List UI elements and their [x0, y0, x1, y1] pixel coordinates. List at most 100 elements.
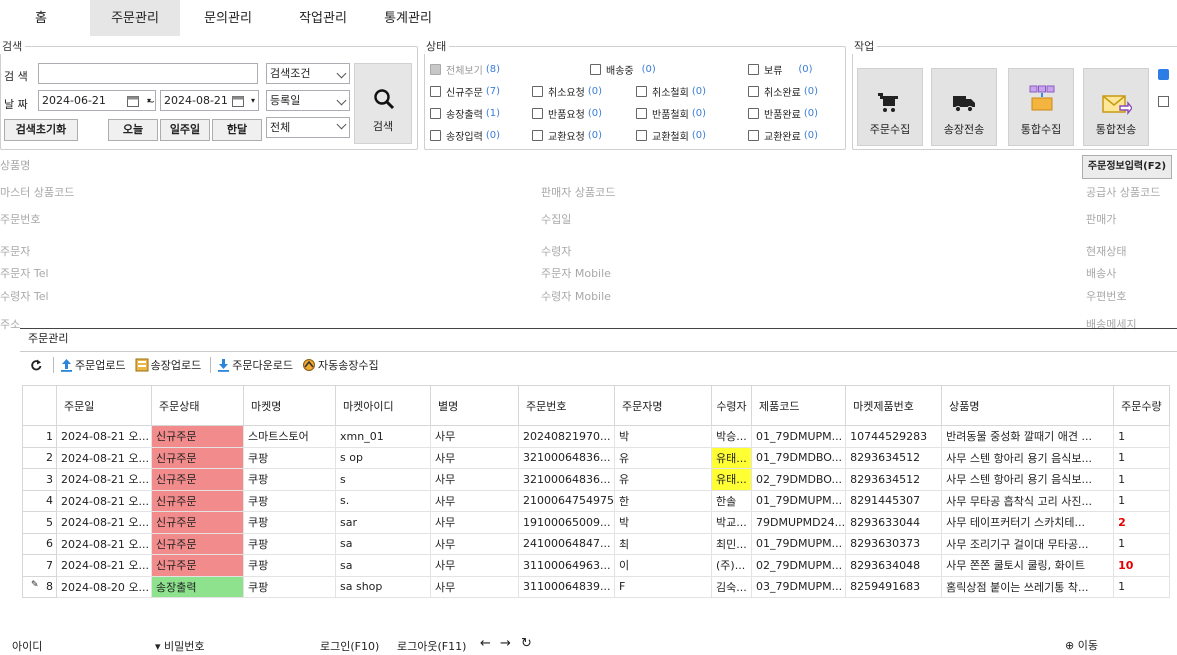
cell-order-date[interactable]: 2024-08-21 오... [56, 446, 152, 469]
cell-recipient[interactable]: 최민... [711, 532, 752, 555]
cell-product-name[interactable]: 반려동물 중성화 깔때기 애견 ... [941, 425, 1115, 448]
date-from-input[interactable]: 2024-06-21 ▾ [38, 90, 156, 111]
cell-recipient[interactable]: (주)... [711, 554, 752, 577]
cell-market-id[interactable]: s op [335, 446, 431, 469]
login-id-dropdown[interactable]: ▾ 비밀번호 [155, 638, 205, 654]
cell-quantity[interactable]: 1 [1113, 489, 1171, 512]
cell-order-status[interactable]: 신규주문 [151, 468, 244, 491]
cell-quantity[interactable]: 1 [1113, 575, 1171, 598]
row-number[interactable]: ✎ 8 [22, 575, 57, 598]
cell-order-number[interactable]: 24100064847... [518, 532, 615, 555]
column-header-order-number[interactable]: 주문번호 [518, 385, 615, 426]
column-header-market-id[interactable]: 마켓아이디 [335, 385, 431, 426]
cell-product-name[interactable]: 사무 쫀쫀 쿨토시 쿨링, 화이트 [941, 554, 1115, 577]
cell-quantity[interactable]: 1 [1113, 425, 1171, 448]
column-header-market[interactable]: 마켓명 [243, 385, 336, 426]
table-row[interactable]: 4 2024-08-21 오... 신규주문 쿠팡 s. 사무 2100064754975 한… [22, 489, 1171, 512]
cell-order-number[interactable]: 31100064963... [518, 554, 615, 577]
cell-alias[interactable]: 사무 [430, 554, 519, 577]
checkbox[interactable] [636, 108, 647, 119]
cell-order-status[interactable]: 신규주문 [151, 425, 244, 448]
checkbox[interactable] [748, 64, 759, 75]
checkbox[interactable] [430, 64, 441, 75]
cell-product-name[interactable]: 사무 무타공 흡착식 고리 사진... [941, 489, 1115, 512]
checkbox[interactable] [590, 64, 601, 75]
date-to-input[interactable]: 2024-08-21 ▾ [160, 90, 259, 111]
cell-product-name[interactable]: 사무 스텐 항아리 용기 음식보... [941, 446, 1115, 469]
cell-orderer[interactable]: 유 [614, 446, 712, 469]
cell-market[interactable]: 쿠팡 [243, 575, 336, 598]
cell-product-name[interactable]: 사무 조리기구 걸이대 무타공... [941, 532, 1115, 555]
cell-market[interactable]: 쿠팡 [243, 532, 336, 555]
reset-search-button[interactable]: 검색초기화 [4, 119, 78, 141]
status-filter-return-complete[interactable]: 반품완료 (0) [748, 106, 818, 121]
checkbox[interactable] [430, 108, 441, 119]
cell-market-id[interactable]: xmn_01 [335, 425, 431, 448]
cell-alias[interactable]: 사무 [430, 489, 519, 512]
menu-stats[interactable]: 통계관리 [368, 0, 448, 36]
row-number[interactable]: 2 [22, 446, 57, 469]
column-header-product-code[interactable]: 제품코드 [750, 385, 847, 426]
cell-product-code[interactable]: 01_79DMUPM... [750, 425, 847, 448]
cell-orderer[interactable]: 박 [614, 425, 712, 448]
calendar-icon[interactable] [232, 95, 244, 107]
collect-orders-button[interactable]: 주문수집 [857, 68, 923, 146]
integrated-send-button[interactable]: 통합전송 [1083, 68, 1149, 146]
scope-select[interactable]: 전체 [266, 117, 350, 138]
cell-order-number[interactable]: 31100064839... [518, 575, 615, 598]
cell-quantity[interactable]: 2 [1113, 511, 1171, 534]
cell-order-date[interactable]: 2024-08-20 오... [56, 575, 152, 598]
cell-alias[interactable]: 사무 [430, 532, 519, 555]
cell-product-code[interactable]: 01_79DMUPM... [750, 532, 847, 555]
login-button[interactable]: 로그인(F10) [320, 638, 379, 654]
cell-order-date[interactable]: 2024-08-21 오... [56, 425, 152, 448]
cell-order-number[interactable]: 19100065009... [518, 511, 615, 534]
cell-product-code[interactable]: 01_79DMUPM... [750, 489, 847, 512]
cell-market[interactable]: 쿠팡 [243, 511, 336, 534]
column-header-market-product-no[interactable]: 마켓제품번호 [845, 385, 943, 426]
checkbox[interactable] [532, 108, 543, 119]
cell-recipient[interactable]: 유태... [711, 446, 752, 469]
cell-orderer[interactable]: 최 [614, 532, 712, 555]
cell-market-product-no[interactable]: 8293634512 [845, 446, 943, 469]
cell-orderer[interactable]: F [614, 575, 712, 598]
status-filter-cancel-complete[interactable]: 취소완료 (0) [748, 84, 818, 99]
keyword-input[interactable] [38, 63, 258, 84]
cell-market-product-no[interactable]: 8293633044 [845, 511, 943, 534]
search-condition-select[interactable]: 검색조건 [266, 63, 350, 84]
cell-recipient[interactable]: 김숙... [711, 575, 752, 598]
status-filter-invoice-printed[interactable]: 송장출력 (1) [430, 106, 500, 121]
cell-product-code[interactable]: 79DMUPMD24... [750, 511, 847, 534]
cell-order-status[interactable]: 신규주문 [151, 446, 244, 469]
reload-icon[interactable]: ↻ [521, 636, 532, 651]
cell-market-product-no[interactable]: 8293630373 [845, 532, 943, 555]
cell-recipient[interactable]: 유태... [711, 468, 752, 491]
cell-quantity[interactable]: 1 [1113, 468, 1171, 491]
cell-order-status[interactable]: 송장출력 [151, 575, 244, 598]
search-button[interactable]: 검색 [354, 63, 412, 144]
checkbox[interactable] [532, 130, 543, 141]
cell-market[interactable]: 스마트스토어 [243, 425, 336, 448]
order-info-input-button[interactable]: 주문정보입력(F2) [1082, 155, 1172, 179]
week-button[interactable]: 일주일 [160, 119, 210, 141]
menu-inquiry[interactable]: 문의관리 [188, 0, 268, 36]
cell-product-code[interactable]: 02_79DMUPM... [750, 554, 847, 577]
calendar-icon[interactable] [127, 95, 139, 107]
back-arrow-icon[interactable]: ← [480, 636, 491, 651]
cell-order-number[interactable]: 32100064836... [518, 468, 615, 491]
cell-market-id[interactable]: sa [335, 532, 431, 555]
status-filter-cancel-withdraw[interactable]: 취소철회 (0) [636, 84, 706, 99]
table-row[interactable]: 3 2024-08-21 오... 신규주문 쿠팡 s 사무 32100064836... 유… [22, 468, 1171, 491]
cell-quantity[interactable]: 1 [1113, 446, 1171, 469]
menu-jobs[interactable]: 작업관리 [283, 0, 363, 36]
status-filter-new-order[interactable]: 신규주문 (7) [430, 84, 500, 99]
cell-orderer[interactable]: 이 [614, 554, 712, 577]
status-filter-exchange-withdraw[interactable]: 교환철회 (0) [636, 128, 706, 143]
cell-order-number[interactable]: 20240821970... [518, 425, 615, 448]
table-row[interactable]: 2 2024-08-21 오... 신규주문 쿠팡 s op 사무 32100064836.… [22, 446, 1171, 469]
table-row[interactable]: 7 2024-08-21 오... 신규주문 쿠팡 sa 사무 31100064963...… [22, 554, 1171, 577]
cell-alias[interactable]: 사무 [430, 468, 519, 491]
column-header-product-name[interactable]: 상품명 [941, 385, 1115, 426]
status-filter-return-request[interactable]: 반품요청 (0) [532, 106, 602, 121]
cell-orderer[interactable]: 한 [614, 489, 712, 512]
